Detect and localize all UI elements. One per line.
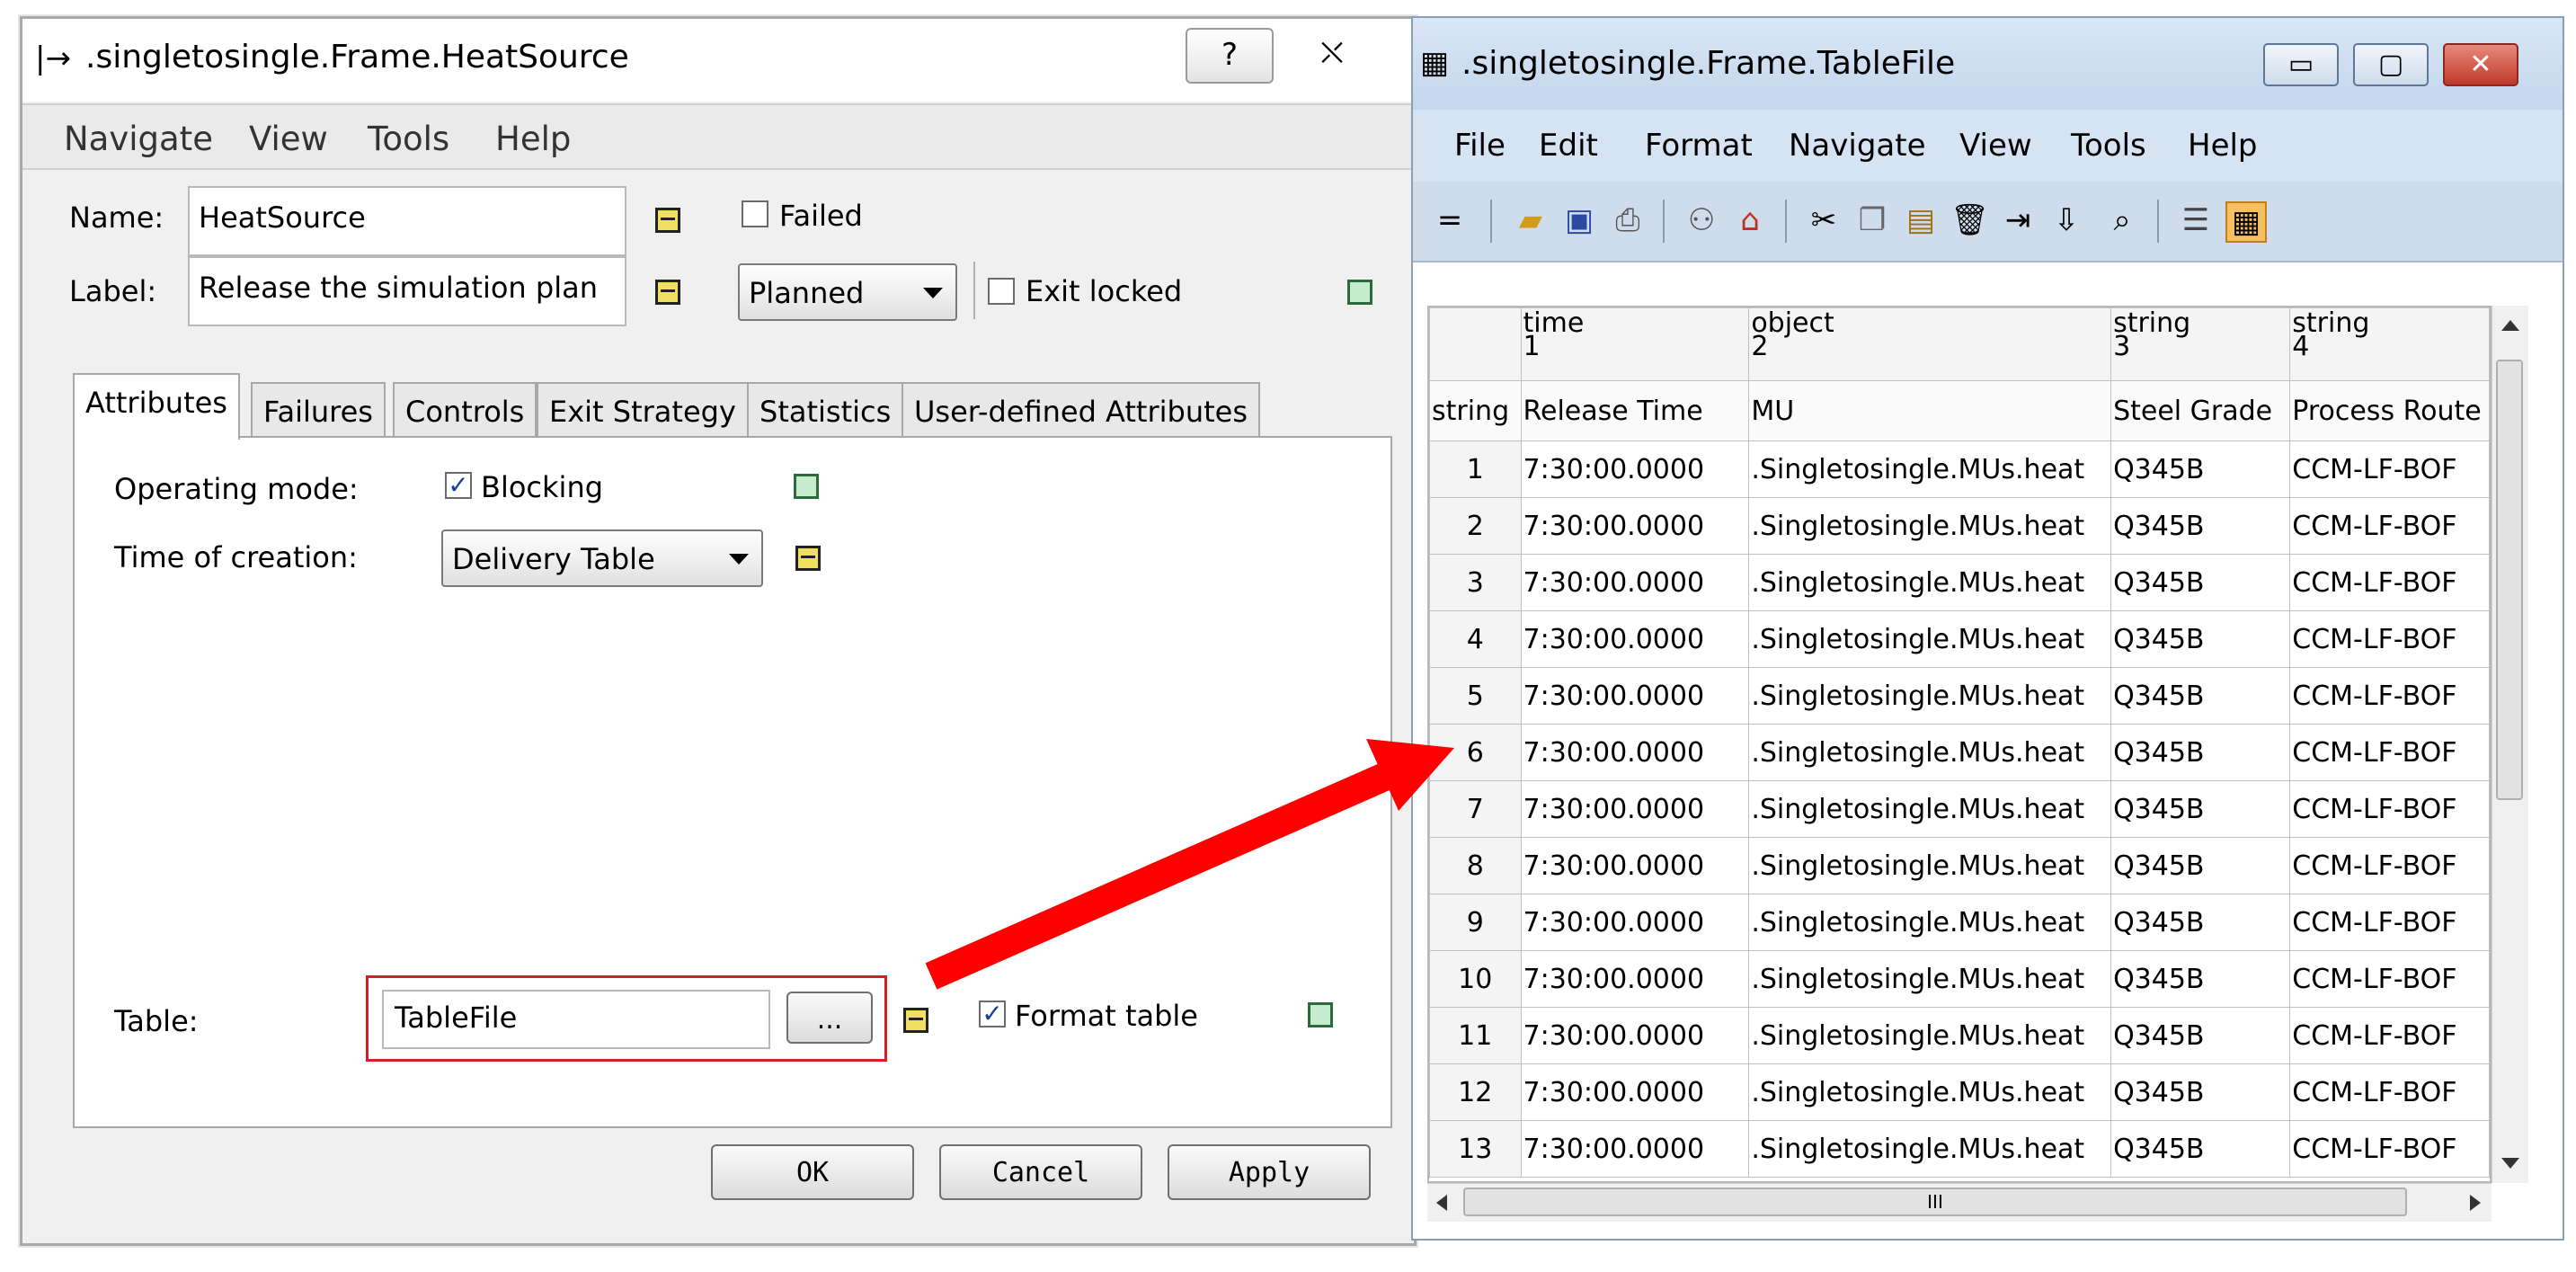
tab-attributes[interactable]: Attributes	[73, 373, 240, 440]
arrow-shaft	[925, 761, 1395, 990]
red-arrow-overlay	[925, 739, 1454, 990]
